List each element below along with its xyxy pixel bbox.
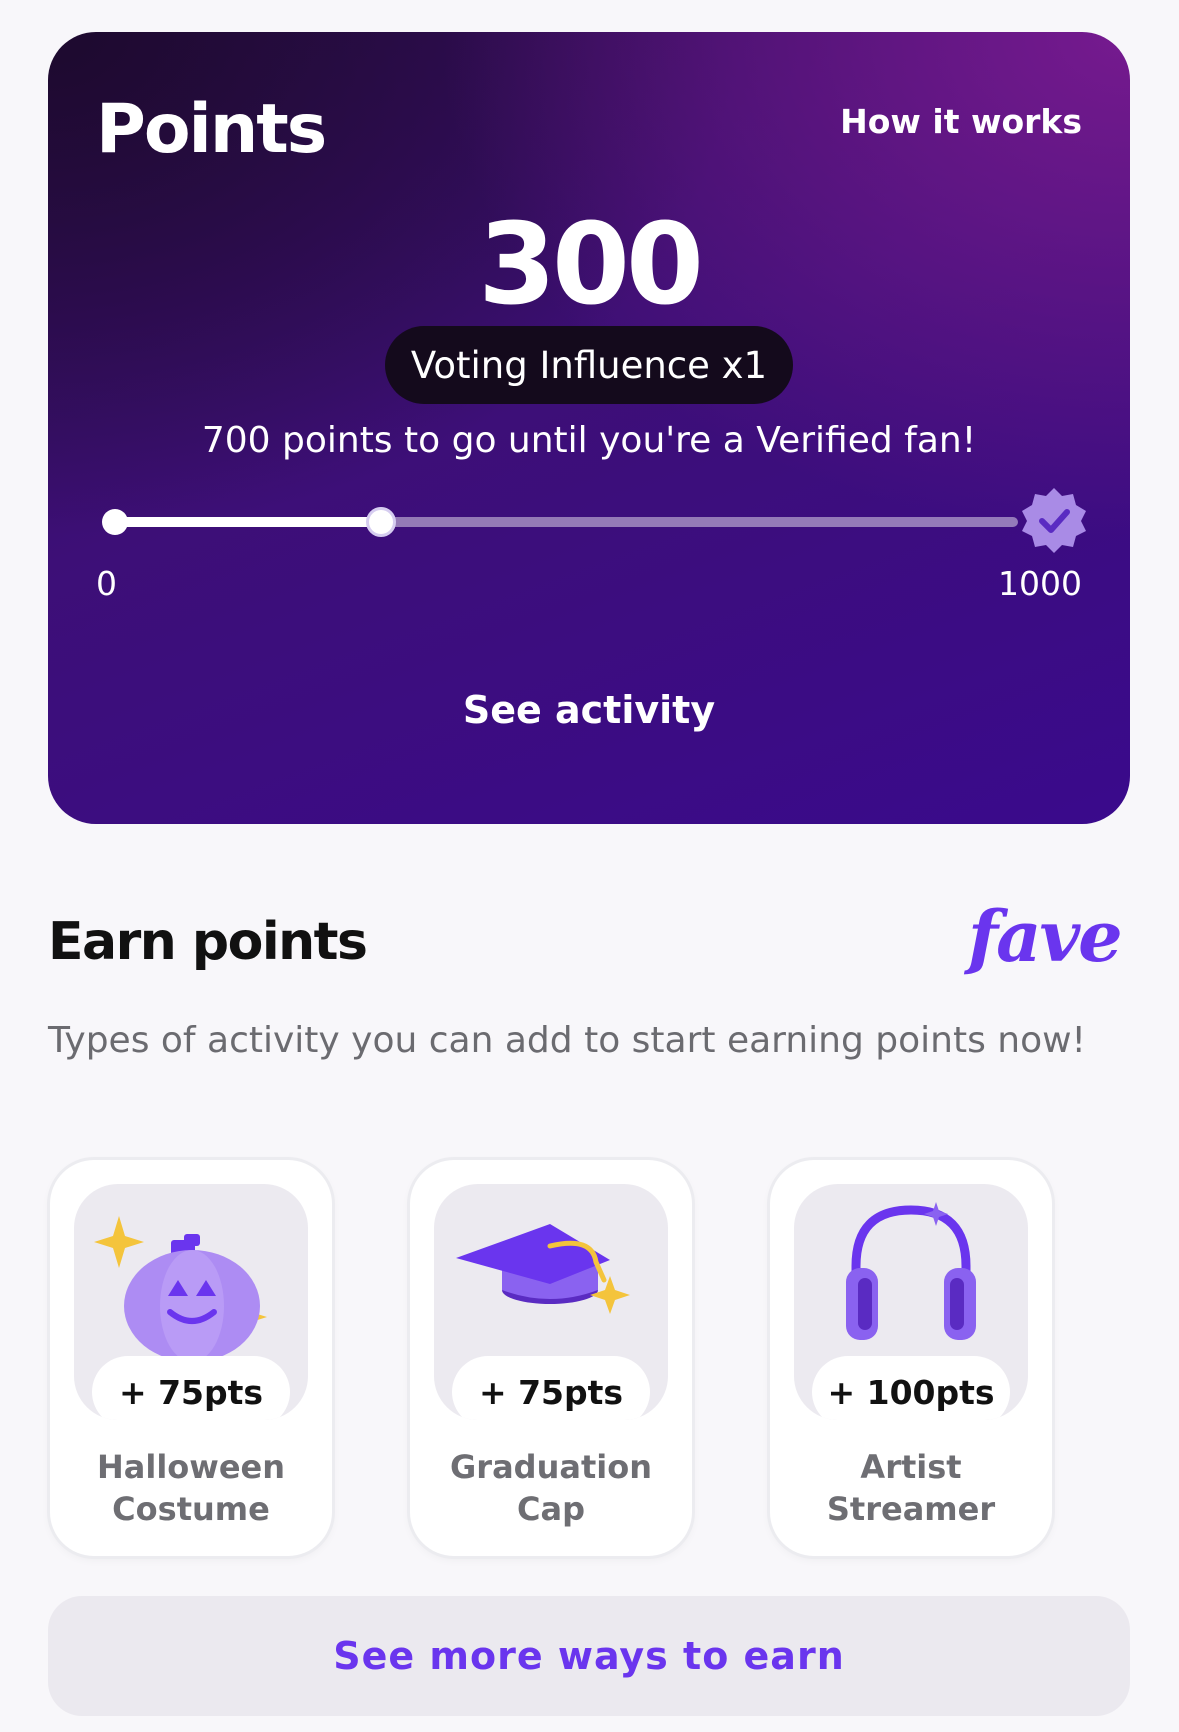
- earn-card-icon-tile: + 75pts: [74, 1184, 308, 1420]
- earn-card-icon-tile: + 75pts: [434, 1184, 668, 1420]
- progress-fill: [108, 517, 381, 527]
- verified-badge-icon: [1022, 488, 1086, 553]
- earn-cards: + 75pts Halloween Costume + 75pts Gradua…: [50, 1160, 1130, 1556]
- see-more-ways-button[interactable]: See more ways to earn: [48, 1596, 1130, 1716]
- earn-card-halloween-costume[interactable]: + 75pts Halloween Costume: [50, 1160, 332, 1556]
- points-screen: Points How it works 300 Voting Influence…: [0, 0, 1179, 1732]
- fave-logo: fave: [968, 895, 1123, 978]
- earn-card-label: Graduation Cap: [450, 1448, 652, 1528]
- points-reward-badge: + 75pts: [92, 1356, 290, 1420]
- points-reward-badge: + 100pts: [812, 1356, 1010, 1420]
- points-reward-badge: + 75pts: [452, 1356, 650, 1420]
- progress-thumb: [366, 507, 396, 537]
- progress-start-dot: [102, 509, 128, 535]
- how-it-works-link[interactable]: How it works: [840, 102, 1082, 141]
- voting-influence-badge: Voting Influence x1: [385, 326, 793, 404]
- earn-card-label: Artist Streamer: [826, 1448, 996, 1528]
- goal-text: 700 points to go until you're a Verified…: [201, 420, 977, 461]
- see-activity-link[interactable]: See activity: [48, 688, 1130, 732]
- points-card: Points How it works 300 Voting Influence…: [48, 32, 1130, 824]
- range-max-label: 1000: [998, 564, 1082, 603]
- progress-track: [102, 507, 1018, 537]
- earn-card-graduation-cap[interactable]: + 75pts Graduation Cap: [410, 1160, 692, 1556]
- earn-points-title: Earn points: [48, 912, 368, 972]
- earn-description: Types of activity you can add to start e…: [48, 1020, 1086, 1061]
- earn-card-label: Halloween Costume: [96, 1448, 286, 1528]
- earn-card-artist-streamer[interactable]: + 100pts Artist Streamer: [770, 1160, 1052, 1556]
- range-min-label: 0: [96, 564, 117, 603]
- earn-card-icon-tile: + 100pts: [794, 1184, 1028, 1420]
- points-total: 300: [478, 200, 704, 330]
- card-title: Points: [96, 90, 327, 169]
